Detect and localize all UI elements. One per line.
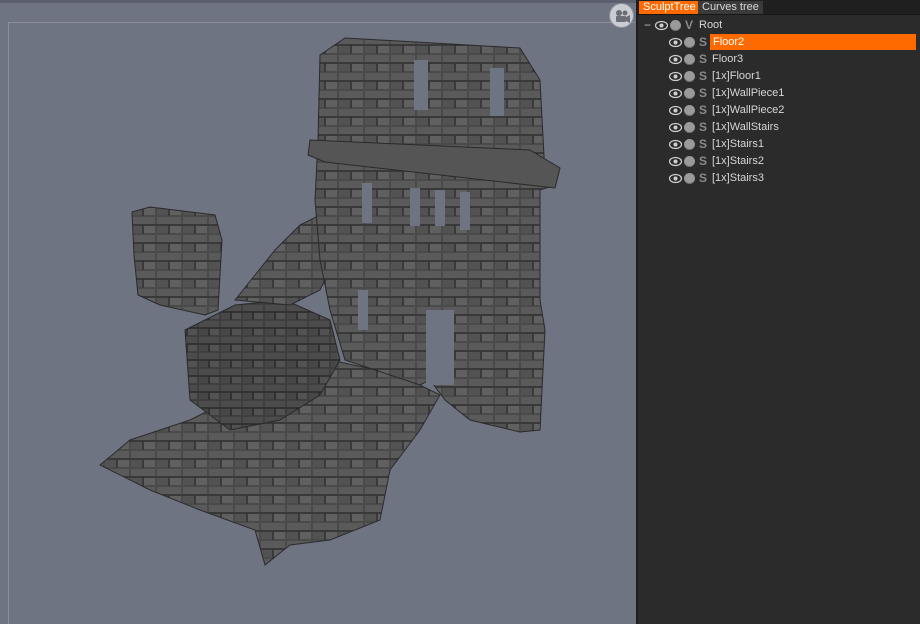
wall-piece-left	[131, 206, 223, 316]
surface-mode-icon[interactable]: S	[699, 102, 707, 119]
tower-window	[435, 190, 445, 226]
tree-item-wallstairs[interactable]: S [1x]WallStairs	[638, 119, 920, 136]
surface-mode-icon[interactable]: S	[699, 136, 707, 153]
tree-item-stairs2[interactable]: S [1x]Stairs2	[638, 153, 920, 170]
tree-item-label[interactable]: [1x]WallPiece2	[712, 102, 784, 118]
tree-item-stairs1[interactable]: S [1x]Stairs1	[638, 136, 920, 153]
eye-icon[interactable]	[669, 122, 682, 133]
tree-item-floor2[interactable]: S Floor2	[638, 34, 920, 51]
eye-icon[interactable]	[669, 37, 682, 48]
tree-item-label[interactable]: [1x]Stairs3	[712, 170, 764, 186]
voxel-mode-icon[interactable]: V	[685, 17, 693, 34]
tree-item-label[interactable]: [1x]WallPiece1	[712, 85, 784, 101]
surface-mode-icon[interactable]: S	[699, 170, 707, 187]
tree-item-label[interactable]: Floor2	[710, 34, 916, 50]
tab-sculpt-tree[interactable]: SculptTree	[639, 1, 700, 14]
eye-icon[interactable]	[669, 173, 682, 184]
tree-item-label[interactable]: [1x]Stairs1	[712, 136, 764, 152]
tree-item-wallpiece1[interactable]: S [1x]WallPiece1	[638, 85, 920, 102]
tree-item-stairs3[interactable]: S [1x]Stairs3	[638, 170, 920, 187]
surface-mode-icon[interactable]: S	[699, 85, 707, 102]
tower-window	[414, 60, 428, 110]
visibility-dot-icon[interactable]	[684, 173, 695, 184]
tower-window	[410, 188, 420, 226]
eye-icon[interactable]	[669, 54, 682, 65]
tower-window	[358, 290, 368, 330]
eye-icon[interactable]	[669, 88, 682, 99]
surface-mode-icon[interactable]: S	[699, 119, 707, 136]
visibility-dot-icon[interactable]	[684, 88, 695, 99]
collapse-icon[interactable]: −	[644, 17, 651, 34]
camera-icon	[616, 10, 630, 23]
eye-icon[interactable]	[669, 139, 682, 150]
tree-root-row[interactable]: − V Root	[638, 17, 920, 34]
tree-item-label[interactable]: [1x]WallStairs	[712, 119, 779, 135]
visibility-dot-icon[interactable]	[684, 105, 695, 116]
tower-window	[490, 68, 504, 116]
tower-window	[362, 183, 372, 223]
visibility-dot-icon[interactable]	[684, 139, 695, 150]
tower-doorway	[426, 310, 454, 385]
eye-icon[interactable]	[655, 20, 668, 31]
visibility-dot-icon[interactable]	[670, 20, 681, 31]
tree-item-floor1[interactable]: S [1x]Floor1	[638, 68, 920, 85]
surface-mode-icon[interactable]: S	[699, 51, 707, 68]
tab-curves-tree[interactable]: Curves tree	[698, 1, 763, 14]
tree-item-label[interactable]: Root	[699, 17, 722, 33]
tree-item-floor3[interactable]: S Floor3	[638, 51, 920, 68]
visibility-dot-icon[interactable]	[684, 122, 695, 133]
panel-tabs: SculptTree Curves tree	[638, 0, 920, 15]
eye-icon[interactable]	[669, 105, 682, 116]
tree-item-wallpiece2[interactable]: S [1x]WallPiece2	[638, 102, 920, 119]
surface-mode-icon[interactable]: S	[699, 68, 707, 85]
surface-mode-icon[interactable]: S	[699, 153, 707, 170]
eye-icon[interactable]	[669, 71, 682, 82]
tree-item-label[interactable]: Floor3	[712, 51, 743, 67]
tower-window	[460, 192, 470, 230]
camera-button[interactable]	[609, 3, 634, 28]
visibility-dot-icon[interactable]	[684, 156, 695, 167]
visibility-dot-icon[interactable]	[684, 37, 695, 48]
eye-icon[interactable]	[669, 156, 682, 167]
3d-viewport[interactable]	[0, 0, 636, 624]
visibility-dot-icon[interactable]	[684, 71, 695, 82]
tree-item-label[interactable]: [1x]Stairs2	[712, 153, 764, 169]
visibility-dot-icon[interactable]	[684, 54, 695, 65]
surface-mode-icon[interactable]: S	[699, 34, 707, 51]
sculpt-model[interactable]	[0, 0, 636, 624]
right-panel: SculptTree Curves tree − V Root S Floor2…	[638, 0, 920, 624]
tree-item-label[interactable]: [1x]Floor1	[712, 68, 761, 84]
